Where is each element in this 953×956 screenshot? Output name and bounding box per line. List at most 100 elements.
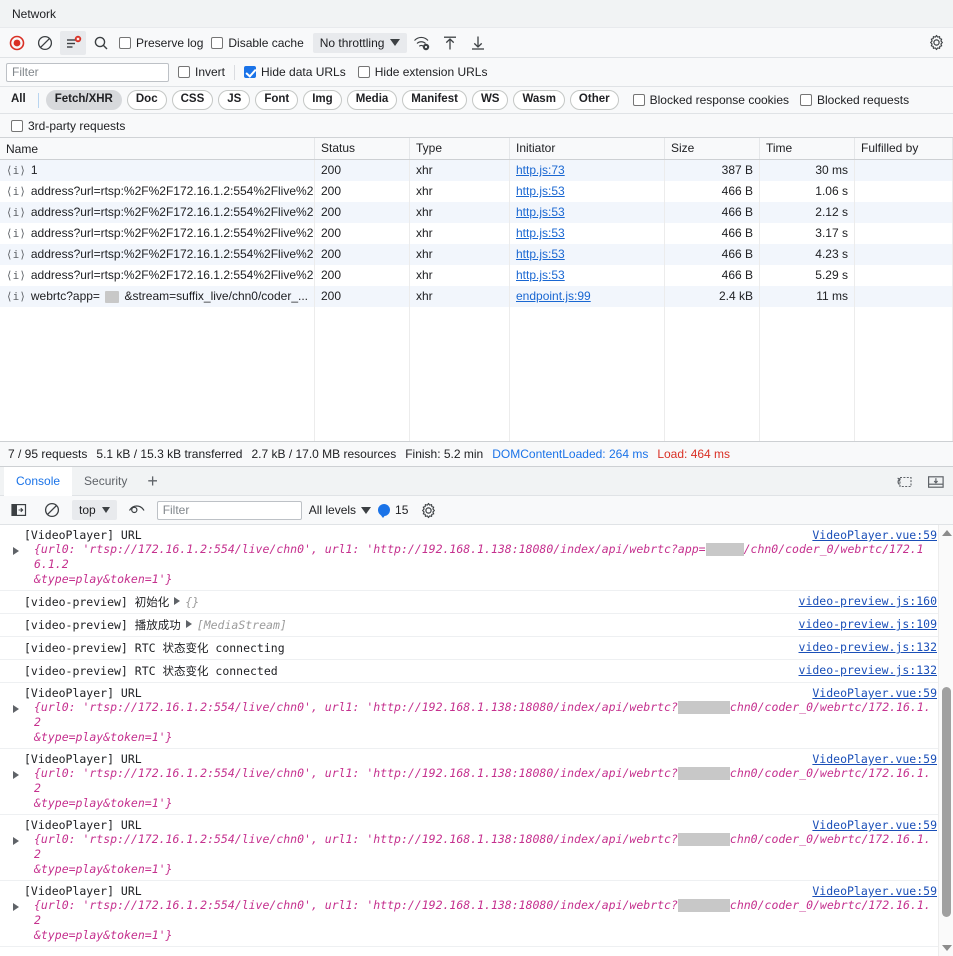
cell-initiator[interactable]: http.js:53 (510, 265, 665, 286)
source-location-link[interactable]: VideoPlayer.vue:59 (812, 884, 937, 898)
chip-css[interactable]: CSS (172, 90, 214, 110)
table-row[interactable]: ⟨i⟩ address?url=rtsp:%2F%2F172.16.1.2:55… (0, 244, 953, 265)
cell-name[interactable]: ⟨i⟩ address?url=rtsp:%2F%2F172.16.1.2:55… (0, 223, 315, 244)
console-settings-button[interactable] (415, 498, 441, 522)
chip-other[interactable]: Other (570, 90, 619, 110)
chip-all[interactable]: All (6, 91, 31, 109)
chip-img[interactable]: Img (303, 90, 341, 110)
column-header-fulfilled-by[interactable]: Fulfilled by (855, 138, 953, 159)
console-log-entry[interactable]: [video-preview] 初始化{} video-preview.js:1… (0, 591, 953, 614)
column-header-status[interactable]: Status (315, 138, 410, 159)
cell-initiator[interactable]: http.js:53 (510, 244, 665, 265)
chip-media[interactable]: Media (347, 90, 398, 110)
tab-console[interactable]: Console (4, 467, 72, 496)
source-location-link[interactable]: video-preview.js:109 (799, 617, 937, 631)
console-log-entry[interactable]: [video-preview] RTC 状态变化 connecting vide… (0, 637, 953, 660)
log-levels-dropdown[interactable]: All levels (309, 503, 371, 517)
chip-doc[interactable]: Doc (127, 90, 167, 110)
invert-checkbox[interactable]: Invert (175, 65, 228, 79)
console-log-entry[interactable]: [VideoPlayer] URL {url0: 'rtsp://172.16.… (0, 881, 953, 947)
console-log-entry[interactable]: [VideoPlayer] URL {url0: 'rtsp://172.16.… (0, 525, 953, 591)
expand-arrow-icon[interactable] (13, 903, 19, 911)
clear-console-button[interactable] (39, 498, 65, 522)
console-scrollbar[interactable] (938, 525, 953, 956)
execution-context-dropdown[interactable]: top (72, 500, 117, 520)
add-tab-icon[interactable]: + (139, 472, 166, 490)
chip-font[interactable]: Font (255, 90, 298, 110)
console-sidebar-button[interactable] (6, 498, 32, 522)
console-log-entry[interactable]: [video-preview] RTC 状态变化 connected video… (0, 660, 953, 683)
source-location-link[interactable]: video-preview.js:160 (799, 594, 937, 608)
network-settings-button[interactable] (923, 31, 949, 55)
table-row[interactable]: ⟨i⟩ address?url=rtsp:%2F%2F172.16.1.2:55… (0, 223, 953, 244)
table-row[interactable]: ⟨i⟩ 1 200 xhr http.js:73 387 B 30 ms (0, 160, 953, 181)
expand-arrow-icon[interactable] (13, 837, 19, 845)
initiator-link[interactable]: http.js:53 (516, 226, 565, 240)
cell-initiator[interactable]: http.js:73 (510, 160, 665, 181)
expand-arrow-icon[interactable] (13, 771, 19, 779)
column-header-time[interactable]: Time (760, 138, 855, 159)
console-filter-input[interactable] (157, 501, 302, 520)
hide-extension-urls-checkbox[interactable]: Hide extension URLs (355, 65, 491, 79)
table-row[interactable]: ⟨i⟩ address?url=rtsp:%2F%2F172.16.1.2:55… (0, 265, 953, 286)
preserve-log-checkbox[interactable]: Preserve log (116, 36, 206, 50)
record-button[interactable] (4, 31, 30, 55)
column-header-name[interactable]: Name (0, 138, 315, 159)
console-log-entry[interactable]: [VideoPlayer] URL {url0: 'rtsp://172.16.… (0, 749, 953, 815)
initiator-link[interactable]: endpoint.js:99 (516, 289, 591, 303)
initiator-link[interactable]: http.js:53 (516, 184, 565, 198)
disable-cache-checkbox[interactable]: Disable cache (208, 36, 306, 50)
source-location-link[interactable]: VideoPlayer.vue:59 (812, 818, 937, 832)
scroll-down-arrow-icon[interactable] (942, 945, 952, 951)
cell-name[interactable]: ⟨i⟩ address?url=rtsp:%2F%2F172.16.1.2:55… (0, 202, 315, 223)
cell-initiator[interactable]: endpoint.js:99 (510, 286, 665, 307)
chip-wasm[interactable]: Wasm (513, 90, 564, 110)
tab-security[interactable]: Security (72, 467, 139, 496)
blocked-response-cookies-checkbox[interactable]: Blocked response cookies (630, 93, 792, 107)
initiator-link[interactable]: http.js:53 (516, 247, 565, 261)
cell-name[interactable]: ⟨i⟩ 1 (0, 160, 315, 181)
chip-js[interactable]: JS (218, 90, 250, 110)
scrollbar-thumb[interactable] (942, 687, 951, 917)
network-conditions-button[interactable] (409, 31, 435, 55)
console-message-list[interactable]: [VideoPlayer] URL {url0: 'rtsp://172.16.… (0, 525, 953, 956)
third-party-requests-checkbox[interactable]: 3rd-party requests (8, 119, 128, 133)
column-header-initiator[interactable]: Initiator (510, 138, 665, 159)
expand-arrow-icon[interactable] (13, 705, 19, 713)
scroll-up-arrow-icon[interactable] (942, 530, 952, 536)
live-expression-button[interactable] (124, 498, 150, 522)
column-header-type[interactable]: Type (410, 138, 510, 159)
console-prompt[interactable]: › (0, 947, 953, 956)
chip-manifest[interactable]: Manifest (402, 90, 467, 110)
chip-ws[interactable]: WS (472, 90, 509, 110)
expand-arrow-icon[interactable] (186, 620, 192, 628)
initiator-link[interactable]: http.js:53 (516, 268, 565, 282)
cell-name[interactable]: ⟨i⟩ address?url=rtsp:%2F%2F172.16.1.2:55… (0, 265, 315, 286)
cell-name[interactable]: ⟨i⟩ address?url=rtsp:%2F%2F172.16.1.2:55… (0, 181, 315, 202)
issues-badge[interactable]: 15 (378, 503, 408, 517)
cell-initiator[interactable]: http.js:53 (510, 181, 665, 202)
cell-name[interactable]: ⟨i⟩ address?url=rtsp:%2F%2F172.16.1.2:55… (0, 244, 315, 265)
chip-fetch-xhr[interactable]: Fetch/XHR (46, 90, 122, 110)
source-location-link[interactable]: video-preview.js:132 (799, 640, 937, 654)
search-button[interactable] (88, 31, 114, 55)
column-header-size[interactable]: Size (665, 138, 760, 159)
dock-to-bottom-icon[interactable] (927, 475, 945, 489)
source-location-link[interactable]: video-preview.js:132 (799, 663, 937, 677)
console-log-entry[interactable]: [video-preview] 播放成功[MediaStream] video-… (0, 614, 953, 637)
table-row[interactable]: ⟨i⟩ address?url=rtsp:%2F%2F172.16.1.2:55… (0, 202, 953, 223)
filter-toggle-button[interactable] (60, 31, 86, 55)
source-location-link[interactable]: VideoPlayer.vue:59 (812, 528, 937, 542)
blocked-requests-checkbox[interactable]: Blocked requests (797, 93, 912, 107)
cell-initiator[interactable]: http.js:53 (510, 202, 665, 223)
import-har-button[interactable] (437, 31, 463, 55)
console-log-entry[interactable]: [VideoPlayer] URL {url0: 'rtsp://172.16.… (0, 815, 953, 881)
cell-initiator[interactable]: http.js:53 (510, 223, 665, 244)
console-log-entry[interactable]: [VideoPlayer] URL {url0: 'rtsp://172.16.… (0, 683, 953, 749)
hide-data-urls-checkbox[interactable]: Hide data URLs (241, 65, 349, 79)
network-filter-input[interactable] (6, 63, 169, 82)
cell-name[interactable]: ⟨i⟩ webrtc?app= &stream=suffix_live/chn0… (0, 286, 315, 307)
initiator-link[interactable]: http.js:73 (516, 163, 565, 177)
table-row[interactable]: ⟨i⟩ address?url=rtsp:%2F%2F172.16.1.2:55… (0, 181, 953, 202)
table-row[interactable]: ⟨i⟩ webrtc?app= &stream=suffix_live/chn0… (0, 286, 953, 307)
